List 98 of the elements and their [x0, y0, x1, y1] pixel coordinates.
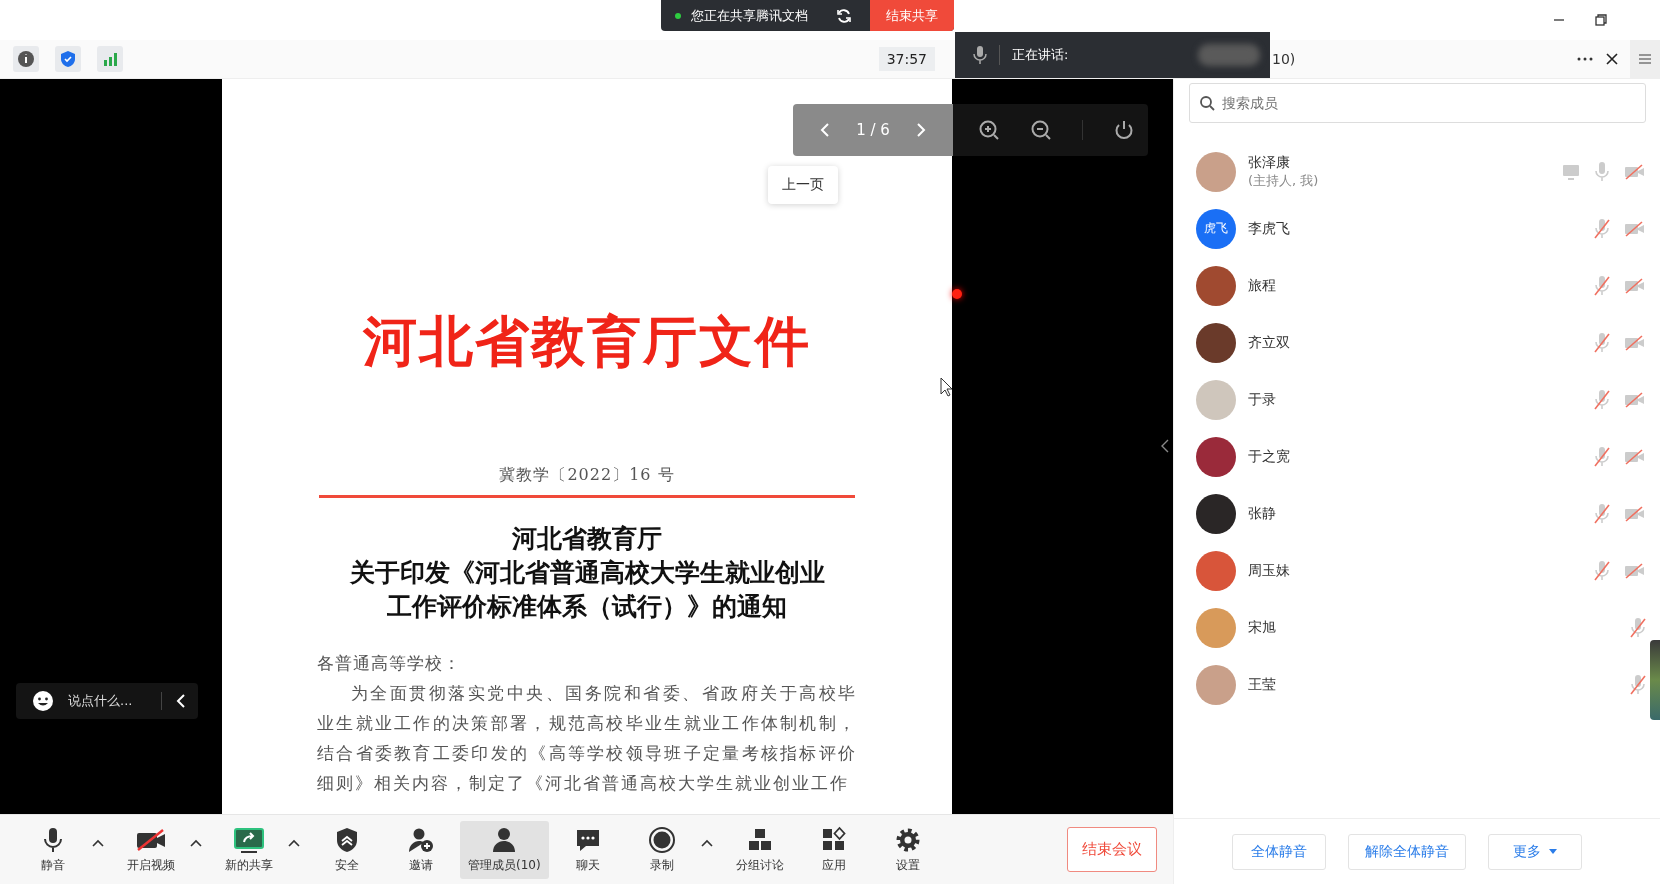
- caret-icon[interactable]: [700, 838, 713, 847]
- document-title-line: 河北省教育厅: [512, 523, 662, 555]
- shield-icon: [334, 825, 360, 854]
- microphone-icon[interactable]: [1594, 502, 1610, 525]
- toolbar-button[interactable]: 应用: [798, 820, 869, 879]
- member-name: 宋旭: [1248, 618, 1277, 637]
- microphone-icon[interactable]: [1594, 274, 1610, 297]
- panel-button[interactable]: 解除全体静音: [1348, 833, 1466, 870]
- toolbar-button[interactable]: 新的共享: [214, 820, 284, 879]
- member-name: 张泽康: [1248, 153, 1291, 172]
- toolbar-button[interactable]: 开启视频: [116, 820, 186, 879]
- signal-icon[interactable]: [97, 46, 123, 72]
- search-icon: [1199, 95, 1215, 111]
- camera-off-icon[interactable]: [1624, 162, 1646, 181]
- document-number: 冀教学〔2022〕16 号: [499, 464, 675, 486]
- restore-icon[interactable]: [1594, 13, 1608, 27]
- member-name: 于录: [1248, 390, 1277, 409]
- avatar-photo: [1196, 550, 1236, 591]
- camera-off-icon[interactable]: [1624, 504, 1646, 523]
- emoji-icon[interactable]: [32, 690, 54, 712]
- power-icon[interactable]: [1113, 119, 1135, 141]
- toolbar-button[interactable]: 设置: [872, 820, 943, 879]
- microphone-icon[interactable]: [1594, 559, 1610, 582]
- end-meeting-button[interactable]: 结束会议: [1067, 827, 1157, 873]
- avatar: 虎飞: [1196, 208, 1236, 249]
- chevron-left-icon[interactable]: [819, 122, 832, 138]
- member-name: 李虎飞: [1248, 219, 1291, 238]
- blurred-name: [1198, 44, 1260, 66]
- member-name: 王莹: [1248, 675, 1277, 694]
- microphone-icon[interactable]: [1594, 331, 1610, 354]
- document-paragraph: 为全面贯彻落实党中央、国务院和省委、省政府关于高校毕业生就业工作的决策部署，规范高校毕业生就业工作体制机制，结合省委教育工委印发的《高等学校领导班子定量考核指标评价细则》相关内容，制定了《河北省普通高校大学生就业创业工作: [317, 682, 857, 795]
- microphone-icon[interactable]: [1594, 388, 1610, 411]
- member-name: 于之宽: [1248, 447, 1291, 466]
- avatar-photo: [1196, 607, 1236, 648]
- chevron-right-icon[interactable]: [914, 122, 927, 138]
- collapse-chevron-icon[interactable]: [1161, 439, 1169, 453]
- laser-pointer-dot: [952, 289, 962, 299]
- toolbar-button[interactable]: 录制: [626, 820, 697, 879]
- zoom-in-icon[interactable]: [978, 119, 1000, 141]
- toolbar-button[interactable]: 聊天: [552, 820, 623, 879]
- microphone-icon: [973, 45, 987, 65]
- member-name: 旅程: [1248, 276, 1277, 295]
- panel-title: 10): [1272, 51, 1296, 67]
- avatar-photo: [1196, 436, 1236, 477]
- record-icon: [647, 825, 676, 854]
- document-title-line: 关于印发《河北省普通高校大学生就业创业: [349, 557, 825, 589]
- screen-share-icon: [233, 825, 265, 854]
- camera-off-icon[interactable]: [1624, 219, 1646, 238]
- microphone-icon[interactable]: [1594, 160, 1610, 183]
- panel-button[interactable]: 更多: [1488, 833, 1582, 870]
- toolbar-button[interactable]: 安全: [312, 820, 382, 879]
- chat-input[interactable]: 说点什么...: [16, 683, 198, 719]
- shield-icon[interactable]: [55, 46, 81, 72]
- share-status: 您正在共享腾讯文档: [691, 6, 808, 25]
- status-dot-icon: [675, 12, 681, 19]
- caret-icon[interactable]: [92, 838, 104, 847]
- microphone-icon[interactable]: [1630, 616, 1646, 639]
- zoom-out-icon[interactable]: [1030, 119, 1052, 141]
- avatar-photo: [1196, 664, 1236, 705]
- menu-icon: [1639, 54, 1651, 64]
- microphone-icon[interactable]: [1594, 217, 1610, 240]
- speaking-label: 正在讲话:: [1012, 46, 1069, 64]
- meeting-timer: 37:57: [878, 47, 935, 71]
- toolbar-button[interactable]: 分组讨论: [724, 820, 795, 879]
- info-icon[interactable]: [13, 46, 39, 72]
- refresh-icon[interactable]: [836, 7, 852, 24]
- document-letterhead: 河北省教育厅文件: [363, 308, 811, 375]
- microphone-icon[interactable]: [1594, 445, 1610, 468]
- document-title-line: 工作评价标准体系（试行）》的通知: [387, 591, 787, 623]
- member-role: (主持人, 我): [1248, 171, 1320, 190]
- member-name: 周玉妹: [1248, 561, 1291, 580]
- toolbar-button[interactable]: 静音: [18, 820, 88, 879]
- member-name: 齐立双: [1248, 333, 1291, 352]
- avatar-photo: [1196, 379, 1236, 420]
- close-icon[interactable]: [1606, 53, 1618, 65]
- menu-button[interactable]: [1630, 40, 1660, 78]
- microphone-icon[interactable]: [1630, 673, 1646, 696]
- camera-off-icon[interactable]: [1624, 561, 1646, 580]
- panel-button[interactable]: 全体静音: [1232, 833, 1326, 870]
- avatar-photo: [1196, 493, 1236, 534]
- toolbar-button[interactable]: 管理成员(10): [460, 820, 549, 879]
- stop-sharing-button[interactable]: 结束共享: [870, 0, 954, 31]
- camera-off-icon[interactable]: [1624, 276, 1646, 295]
- avatar-photo: [1196, 151, 1236, 192]
- camera-off-icon[interactable]: [1624, 447, 1646, 466]
- search-field[interactable]: 搜索成员: [1189, 83, 1646, 123]
- more-icon[interactable]: [1576, 56, 1594, 62]
- page-indicator: 1 / 6: [856, 121, 890, 139]
- toolbar-button[interactable]: 邀请: [386, 820, 456, 879]
- avatar-photo: [1196, 322, 1236, 363]
- tooltip: 上一页: [768, 166, 838, 204]
- member-name: 张静: [1248, 504, 1277, 523]
- camera-off-icon[interactable]: [1624, 333, 1646, 352]
- camera-off-icon[interactable]: [1624, 390, 1646, 409]
- caret-icon[interactable]: [288, 838, 300, 847]
- avatar-photo: [1196, 265, 1236, 306]
- caret-icon[interactable]: [190, 838, 202, 847]
- document-salutation: 各普通高等学校：: [317, 652, 462, 675]
